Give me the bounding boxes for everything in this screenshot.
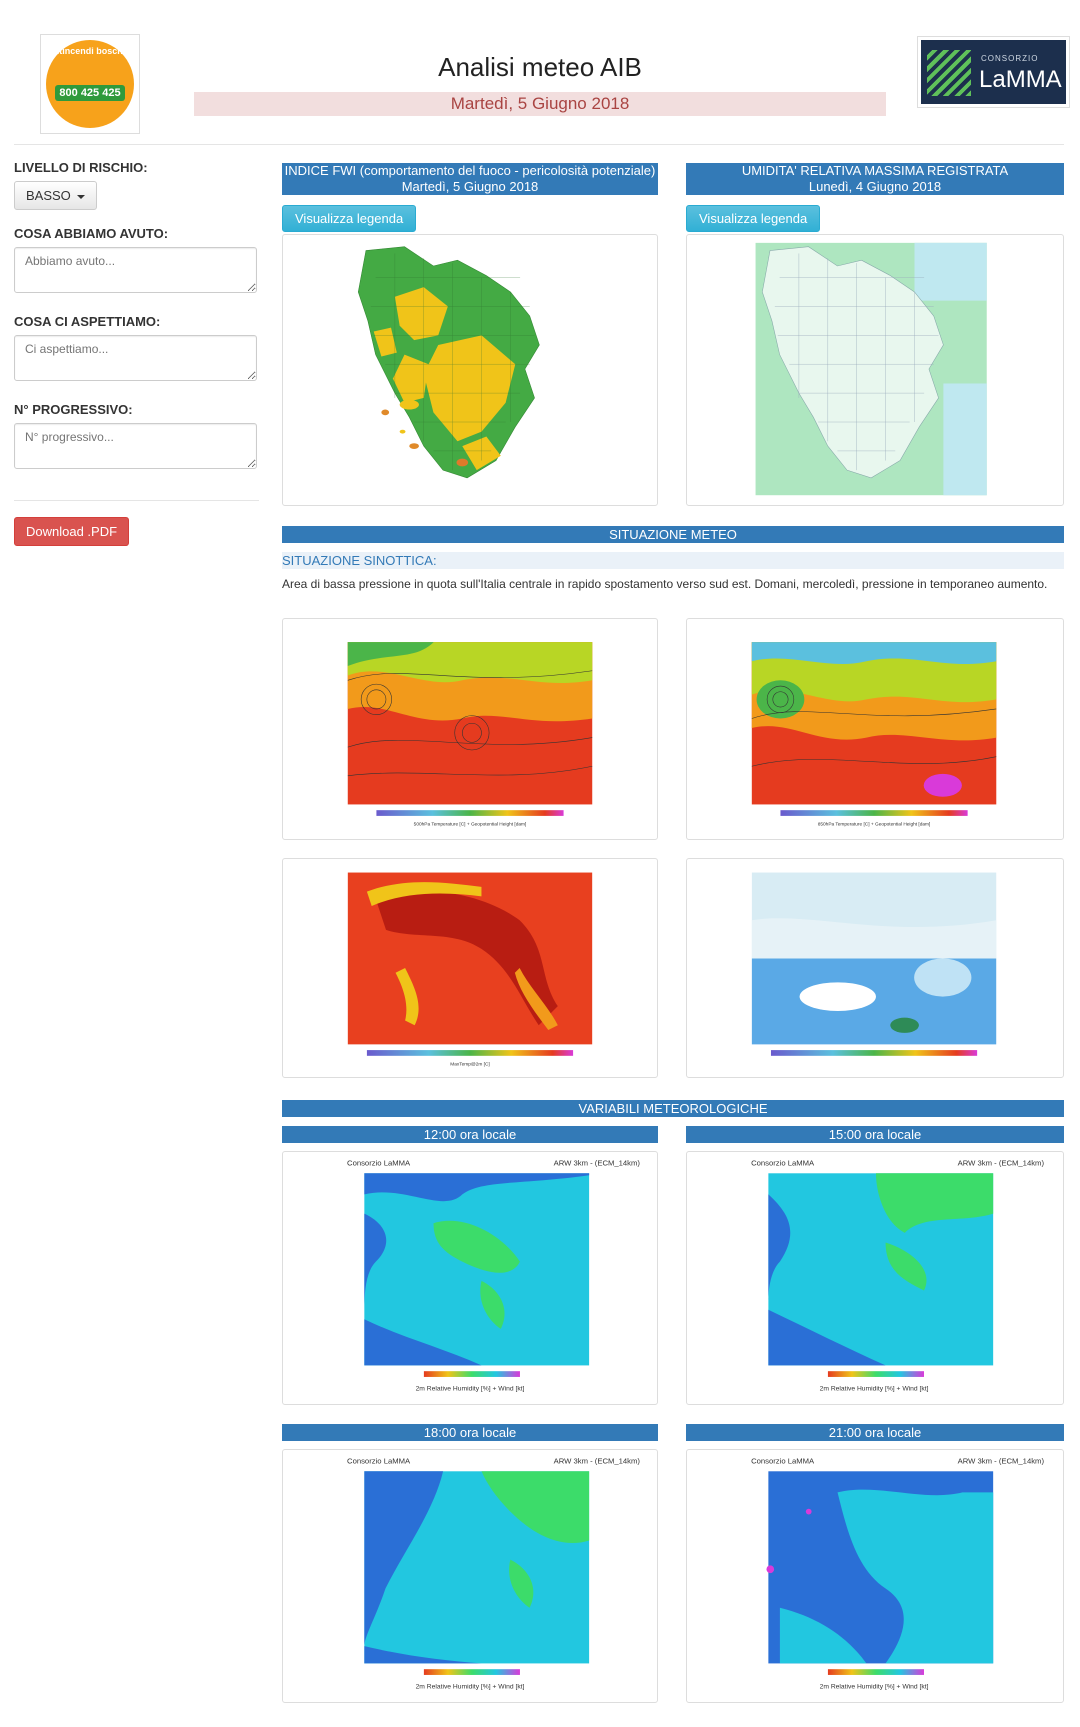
header-divider — [14, 144, 1064, 145]
antincendi-logo: Antincendi boschivi 800 425 425 — [40, 34, 140, 134]
rh12-model: ARW 3km - (ECM_14km) — [554, 1159, 641, 1168]
rh15-header: Consorzio LaMMA — [751, 1159, 815, 1168]
synoptic-map-850hpa[interactable]: 850hPa Temperature [C] + Geopotential He… — [686, 618, 1064, 840]
progressive-label: N° PROGRESSIVO: — [14, 402, 133, 417]
synoptic-map-500hpa[interactable]: 500hPa Temperature [C] + Geopotential He… — [282, 618, 658, 840]
download-pdf-button[interactable]: Download .PDF — [14, 517, 130, 546]
meteo-section-header: SITUAZIONE METEO — [282, 526, 1064, 543]
had-textarea[interactable] — [14, 247, 257, 293]
rh18-model: ARW 3km - (ECM_14km) — [554, 1457, 641, 1466]
risk-level-value: BASSO — [26, 188, 71, 203]
expect-textarea[interactable] — [14, 335, 257, 381]
humidity-header: UMIDITA' RELATIVA MASSIMA REGISTRATA Lun… — [686, 163, 1064, 195]
rh18-legend: 2m Relative Humidity [%] + Wind [kt] — [416, 1683, 525, 1690]
variables-section-header: VARIABILI METEOROLOGICHE — [282, 1100, 1064, 1117]
caret-down-icon — [77, 194, 86, 199]
synoptic-map-maxtemp[interactable]: MaxTemp@2m [C] — [282, 858, 658, 1078]
page-date: Martedì, 5 Giugno 2018 — [194, 92, 886, 116]
rh-map-18: Consorzio LaMMA ARW 3km - (ECM_14km) 2m … — [347, 1457, 641, 1691]
had-label: COSA ABBIAMO AVUTO: — [14, 226, 169, 241]
sidebar-divider — [14, 500, 259, 501]
page-title: Analisi meteo AIB — [438, 52, 642, 82]
humidity-map[interactable] — [686, 234, 1064, 506]
rh-map-21: Consorzio LaMMA ARW 3km - (ECM_14km) 2m … — [751, 1457, 1045, 1691]
time-21: 21:00 ora locale — [686, 1424, 1064, 1441]
map-maxtemp-graphic: MaxTemp@2m [C] — [347, 872, 593, 1067]
synoptic-subtitle: SITUAZIONE SINOTTICA: — [282, 552, 1064, 569]
map-500hpa-graphic: 500hPa Temperature [C] + Geopotential He… — [347, 642, 593, 827]
map-maxtemp-legend: MaxTemp@2m [C] — [450, 1061, 490, 1067]
map-500hpa-legend: 500hPa Temperature [C] + Geopotential He… — [414, 821, 527, 827]
fwi-date: Martedì, 5 Giugno 2018 — [401, 179, 539, 194]
rh12-header: Consorzio LaMMA — [347, 1159, 411, 1168]
rh-map-15: Consorzio LaMMA ARW 3km - (ECM_14km) 2m … — [751, 1159, 1045, 1393]
tuscany-fwi-map — [357, 246, 540, 479]
rh21-model: ARW 3km - (ECM_14km) — [958, 1457, 1045, 1466]
rh15-model: ARW 3km - (ECM_14km) — [958, 1159, 1045, 1168]
synoptic-text: Area di bassa pressione in quota sull'It… — [282, 577, 1048, 591]
lamma-logo: CONSORZIO LaMMA — [917, 36, 1070, 108]
progressive-textarea[interactable] — [14, 423, 257, 469]
rh18-header: Consorzio LaMMA — [347, 1457, 411, 1466]
sidebar: LIVELLO DI RISCHIO: BASSO COSA ABBIAMO A… — [14, 160, 259, 546]
map-precip-graphic — [751, 872, 997, 1056]
rh21-legend: 2m Relative Humidity [%] + Wind [kt] — [820, 1683, 929, 1690]
humidity-chart-12[interactable]: Consorzio LaMMA ARW 3km - (ECM_14km) 2m … — [282, 1151, 658, 1405]
humidity-chart-21[interactable]: Consorzio LaMMA ARW 3km - (ECM_14km) 2m … — [686, 1449, 1064, 1703]
humidity-date: Lunedì, 4 Giugno 2018 — [808, 179, 942, 194]
lamma-consorzio: CONSORZIO — [981, 54, 1039, 63]
time-18: 18:00 ora locale — [282, 1424, 658, 1441]
rh15-legend: 2m Relative Humidity [%] + Wind [kt] — [820, 1385, 929, 1392]
humidity-title: UMIDITA' RELATIVA MASSIMA REGISTRATA — [741, 163, 1009, 178]
humidity-chart-15[interactable]: Consorzio LaMMA ARW 3km - (ECM_14km) 2m … — [686, 1151, 1064, 1405]
antincendi-ring-text: Antincendi boschivi — [47, 46, 133, 56]
lamma-stripes-icon — [927, 50, 971, 96]
fwi-header: INDICE FWI (comportamento del fuoco - pe… — [282, 163, 658, 195]
time-12: 12:00 ora locale — [282, 1126, 658, 1143]
fwi-map[interactable] — [282, 234, 658, 506]
fwi-title: INDICE FWI (comportamento del fuoco - pe… — [284, 163, 656, 178]
risk-level-label: LIVELLO DI RISCHIO: — [14, 160, 148, 175]
antincendi-badge: Antincendi boschivi 800 425 425 — [46, 40, 134, 128]
tuscany-humidity-map — [755, 242, 987, 496]
humidity-chart-18[interactable]: Consorzio LaMMA ARW 3km - (ECM_14km) 2m … — [282, 1449, 658, 1703]
rh-map-12: Consorzio LaMMA ARW 3km - (ECM_14km) 2m … — [347, 1159, 641, 1393]
risk-level-dropdown[interactable]: BASSO — [14, 181, 98, 210]
map-850hpa-legend: 850hPa Temperature [C] + Geopotential He… — [818, 821, 931, 827]
rh12-legend: 2m Relative Humidity [%] + Wind [kt] — [416, 1385, 525, 1392]
humidity-legend-button[interactable]: Visualizza legenda — [686, 205, 821, 232]
antincendi-phone: 800 425 425 — [55, 85, 125, 101]
lamma-name: LaMMA — [979, 66, 1062, 93]
synoptic-map-precip[interactable] — [686, 858, 1064, 1078]
expect-label: COSA CI ASPETTIAMO: — [14, 314, 161, 329]
rh21-header: Consorzio LaMMA — [751, 1457, 815, 1466]
time-15: 15:00 ora locale — [686, 1126, 1064, 1143]
map-850hpa-graphic: 850hPa Temperature [C] + Geopotential He… — [751, 642, 997, 827]
fwi-legend-button[interactable]: Visualizza legenda — [282, 205, 417, 232]
